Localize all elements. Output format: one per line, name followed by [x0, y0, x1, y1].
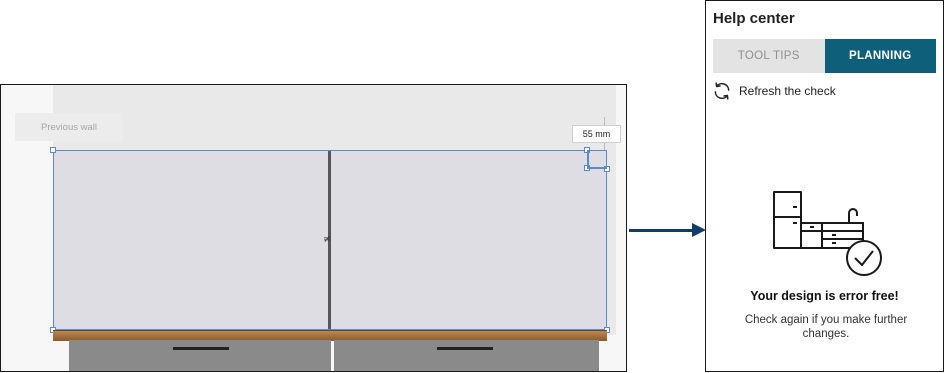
resize-handle-top-left[interactable] — [50, 147, 56, 153]
refresh-check-label: Refresh the check — [739, 84, 836, 98]
status-title: Your design is error free! — [750, 289, 899, 303]
divider-mark: ≠ — [323, 234, 332, 245]
help-tabs: TOOL TIPS PLANNING — [713, 39, 936, 73]
planner-canvas[interactable]: Previous wall 55 mm ≠ — [0, 84, 627, 372]
arrow-line — [629, 229, 695, 232]
help-center-panel: Help center TOOL TIPS PLANNING Refresh t… — [705, 0, 944, 372]
base-cabinet-left[interactable] — [69, 340, 331, 371]
kitchen-check-icon — [773, 191, 882, 276]
drawer-handle — [437, 347, 493, 350]
dimension-label: 55 mm — [572, 125, 621, 143]
base-cabinet-right[interactable] — [334, 340, 599, 371]
tab-planning[interactable]: PLANNING — [824, 39, 936, 73]
notch-edge-horizontal — [587, 167, 607, 169]
refresh-check-button[interactable]: Refresh the check — [712, 81, 836, 101]
wall-cabinet-selected[interactable]: ≠ — [53, 150, 607, 330]
panel-title: Help center — [713, 10, 795, 27]
refresh-icon — [714, 82, 730, 100]
drawer-handle — [173, 347, 229, 350]
status-description: Check again if you make further changes. — [744, 314, 908, 341]
previous-wall-button[interactable]: Previous wall — [15, 113, 123, 141]
tab-tool-tips[interactable]: TOOL TIPS — [713, 39, 825, 73]
notch-edge-vertical — [587, 150, 589, 168]
arrow-right-icon — [692, 223, 706, 237]
